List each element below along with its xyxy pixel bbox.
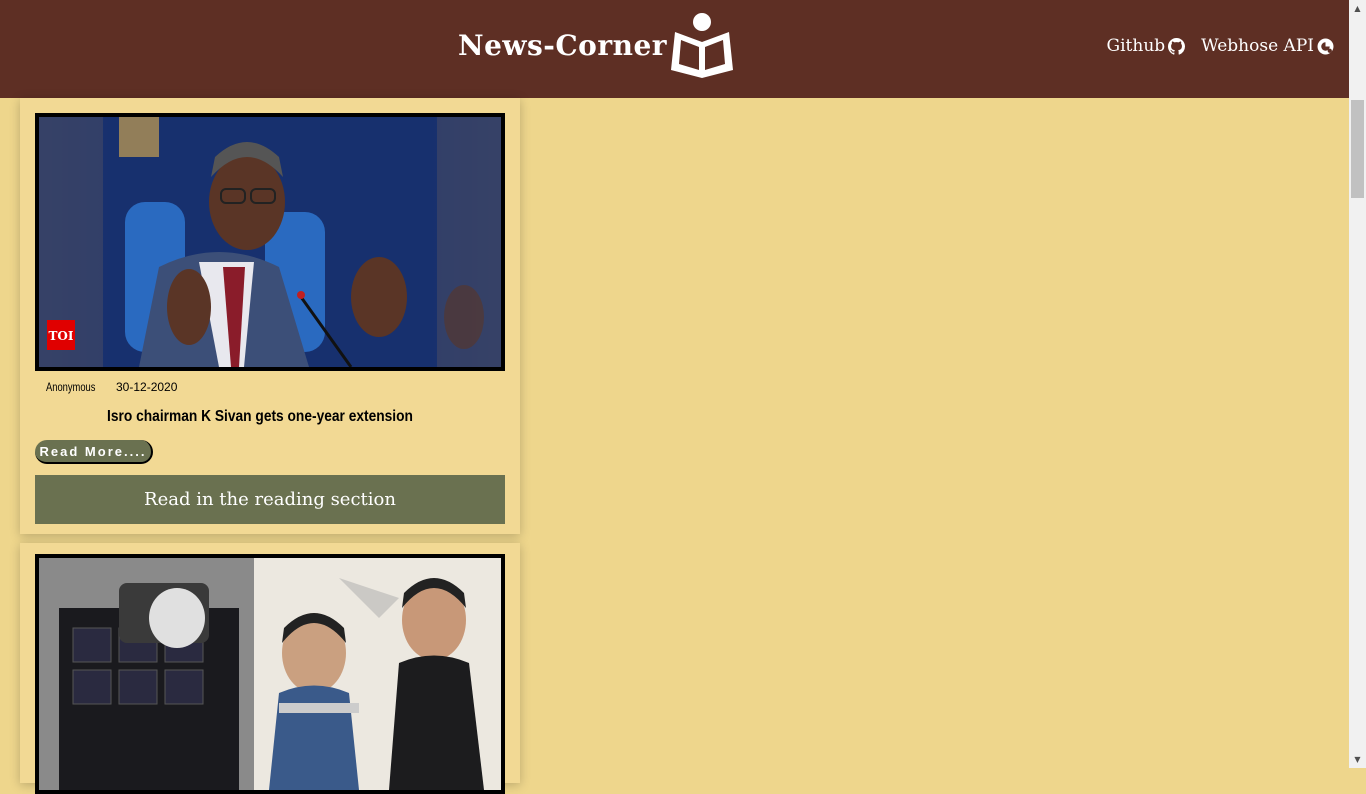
github-icon xyxy=(1168,37,1186,55)
reader-book-icon xyxy=(671,13,734,78)
article-date: 30-12-2020 xyxy=(116,380,178,394)
nav-link-label: Webhose API xyxy=(1201,36,1314,56)
nav-link-label: Github xyxy=(1106,36,1166,56)
header-nav: Github Webhose API xyxy=(1107,36,1334,56)
nav-link-github[interactable]: Github xyxy=(1107,36,1186,56)
author-name: Anonymous xyxy=(46,380,96,394)
scroll-down-arrow-icon[interactable]: ▼ xyxy=(1349,751,1366,768)
top-navbar: News-Corner Github Webhose API xyxy=(0,0,1349,98)
article-image: TOI xyxy=(35,113,505,371)
article-photo xyxy=(39,558,501,790)
nav-link-webhose[interactable]: Webhose API xyxy=(1201,36,1334,56)
article-image xyxy=(35,554,505,794)
read-more-button[interactable]: Read More.... xyxy=(35,440,153,464)
read-in-reading-section-button[interactable]: Read in the reading section xyxy=(35,475,505,524)
article-title: Isro chairman K Sivan gets one-year exte… xyxy=(107,408,413,425)
article-photo: TOI xyxy=(39,117,501,367)
article-author: Anonymous xyxy=(46,380,109,394)
toi-badge: TOI xyxy=(49,329,74,343)
news-card: TOI Anonymous 30-12-2020 Isro chairman K… xyxy=(20,98,520,534)
webhose-icon xyxy=(1317,38,1334,54)
vertical-scrollbar[interactable]: ▲ ▼ xyxy=(1349,0,1366,768)
scroll-thumb[interactable] xyxy=(1351,100,1364,198)
brand[interactable]: News-Corner xyxy=(458,12,735,78)
brand-title: News-Corner xyxy=(458,28,668,62)
scroll-up-arrow-icon[interactable]: ▲ xyxy=(1349,0,1366,17)
news-card xyxy=(20,543,520,794)
